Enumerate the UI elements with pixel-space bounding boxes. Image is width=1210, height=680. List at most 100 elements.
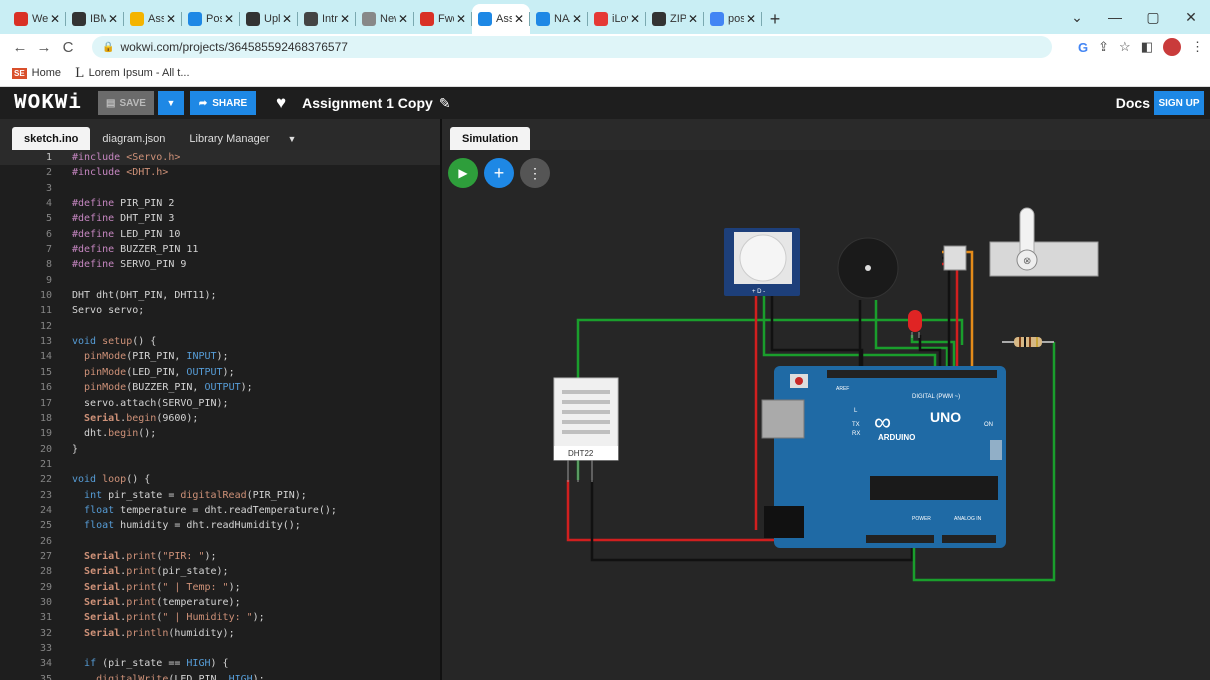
menu-kebab-icon[interactable]: ⋮ (1191, 39, 1204, 55)
browser-tab[interactable]: Introd✕ (298, 4, 356, 34)
pencil-icon[interactable]: ✎ (439, 95, 451, 112)
close-tab-icon[interactable]: ✕ (456, 12, 466, 26)
code-line: 9 (0, 273, 440, 288)
wokwi-logo[interactable]: WOKWi (14, 92, 82, 115)
share-arrow-icon: ➦ (198, 97, 208, 109)
code-token: Serial (84, 612, 121, 624)
close-tab-icon[interactable]: ✕ (340, 12, 350, 26)
line-number: 8 (45, 259, 52, 271)
pir-dome (739, 234, 787, 282)
browser-tab[interactable]: possib✕ (704, 4, 762, 34)
arduino-uno[interactable]: DIGITAL (PWM ~) AREF L TX RX ∞ UNO ARDUI… (761, 366, 1006, 548)
line-number: 10 (39, 290, 52, 302)
close-tab-icon[interactable]: ✕ (630, 12, 640, 26)
back-icon[interactable]: ← (8, 39, 32, 56)
line-number: 22 (39, 474, 52, 486)
reload-icon[interactable]: C (56, 39, 80, 56)
close-tab-icon[interactable]: ✕ (746, 12, 756, 26)
code-line: 20} (0, 442, 440, 457)
signup-button[interactable]: SIGN UP (1154, 91, 1204, 115)
window-controls: ⌄ — ▢ ✕ (1058, 0, 1210, 34)
code-text: Serial.println(humidity); (72, 626, 235, 641)
buzzer[interactable] (837, 237, 899, 299)
browser-tab[interactable]: Uploa✕ (240, 4, 298, 34)
resistor[interactable] (1002, 337, 1054, 347)
url-input[interactable]: 🔒 wokwi.com/projects/364585592468376577 (92, 36, 1052, 58)
browser-tab[interactable]: Assign✕ (472, 4, 530, 34)
browser-tab[interactable]: iLove✕ (588, 4, 646, 34)
code-token: (humidity); (168, 627, 235, 639)
tab-diagram-json[interactable]: diagram.json (90, 127, 177, 150)
close-tab-icon[interactable]: ✕ (398, 12, 408, 26)
bookmark-star-icon[interactable]: ☆ (1119, 39, 1131, 55)
close-tab-icon[interactable]: ✕ (514, 12, 524, 26)
close-tab-icon[interactable]: ✕ (50, 12, 60, 26)
code-editor[interactable]: 1 #include <Servo.h> 2 #include <DHT.h> 3 4 #d… (0, 150, 440, 680)
save-button[interactable]: ▤ SAVE (98, 91, 155, 115)
project-title[interactable]: Assignment 1 Copy (302, 95, 433, 111)
line-number: 5 (45, 213, 52, 225)
uno-aref-label: AREF (836, 386, 849, 392)
tab-menu-caret-icon[interactable]: ▼ (281, 127, 302, 150)
new-tab-button[interactable]: + (762, 4, 788, 34)
close-tab-icon[interactable]: ✕ (688, 12, 698, 26)
sidepanel-icon[interactable]: ◧ (1141, 39, 1153, 55)
browser-tab[interactable]: IBM ✕ (66, 4, 124, 34)
browser-tab[interactable]: Welco✕ (8, 4, 66, 34)
pir-sensor[interactable]: + D - (724, 228, 800, 296)
browser-tab[interactable]: NAAN✕ (530, 4, 588, 34)
code-text: float humidity = dht.readHumidity(); (72, 518, 301, 533)
google-icon[interactable]: G (1078, 40, 1088, 55)
line-number: 16 (39, 382, 52, 394)
share-icon[interactable]: ⇪ (1098, 39, 1109, 55)
profile-avatar[interactable] (1163, 38, 1181, 56)
line-number: 9 (45, 274, 52, 286)
close-tab-icon[interactable]: ✕ (282, 12, 292, 26)
servo-connector (943, 245, 967, 271)
code-token: digitalWrite (96, 673, 169, 680)
close-tab-icon[interactable]: ✕ (166, 12, 176, 26)
docs-link[interactable]: Docs (1116, 95, 1150, 111)
code-line: 14 pinMode(PIR_PIN, INPUT); (0, 349, 440, 364)
code-text: #include <Servo.h> (72, 150, 180, 165)
browser-tab[interactable]: ZIP to✕ (646, 4, 704, 34)
uno-usb-port (761, 399, 805, 439)
code-text: servo.attach(SERVO_PIN); (72, 396, 229, 411)
code-line: 16 pinMode(BUZZER_PIN, OUTPUT); (0, 380, 440, 395)
browser-tab[interactable]: Fwd:✕ (414, 4, 472, 34)
code-token: Serial (84, 550, 121, 562)
address-bar-row: ← → C 🔒 wokwi.com/projects/3645855924683… (0, 34, 1210, 60)
close-tab-icon[interactable]: ✕ (572, 12, 582, 26)
led-red[interactable] (908, 310, 922, 338)
wokwi-header: WOKWi ▤ SAVE ▼ ➦ SHARE ♥ Assignment 1 Co… (0, 87, 1210, 119)
save-dropdown-button[interactable]: ▼ (158, 91, 185, 115)
close-tab-icon[interactable]: ✕ (108, 12, 118, 26)
browser-tab[interactable]: Assign✕ (124, 4, 182, 34)
bookmark-lorem[interactable]: L Lorem Ipsum - All t... (75, 66, 190, 81)
minimize-icon[interactable]: — (1096, 9, 1134, 25)
dht22-sensor[interactable]: DHT22 (553, 377, 619, 482)
tab-sketch-ino[interactable]: sketch.ino (12, 127, 91, 150)
browser-tab[interactable]: Post A✕ (182, 4, 240, 34)
code-line: 5 #define DHT_PIN 3 (0, 211, 440, 226)
tab-simulation[interactable]: Simulation (450, 127, 531, 150)
close-window-icon[interactable]: ✕ (1172, 9, 1210, 26)
uno-digital-label: DIGITAL (PWM ~) (912, 394, 960, 400)
tab-library-manager[interactable]: Library Manager (177, 127, 281, 150)
code-token: <DHT.h> (126, 167, 169, 179)
heart-icon[interactable]: ♥ (276, 93, 286, 113)
code-token: pinMode (84, 382, 127, 394)
browser-tab[interactable]: New c✕ (356, 4, 414, 34)
bookmarks-bar: SE Home L Lorem Ipsum - All t... (0, 60, 1210, 87)
code-text: Serial.print(" | Temp: "); (72, 580, 241, 595)
servo-motor[interactable]: ⊗ (943, 207, 1099, 277)
save-label: SAVE (119, 97, 146, 109)
close-tab-icon[interactable]: ✕ (224, 12, 234, 26)
tab-search-icon[interactable]: ⌄ (1058, 9, 1096, 26)
restore-icon[interactable]: ▢ (1134, 9, 1172, 26)
share-button[interactable]: ➦ SHARE (190, 91, 257, 115)
uno-tx-label: TX (852, 422, 860, 428)
bookmark-home[interactable]: SE Home (12, 67, 61, 79)
forward-icon[interactable]: → (32, 39, 56, 56)
